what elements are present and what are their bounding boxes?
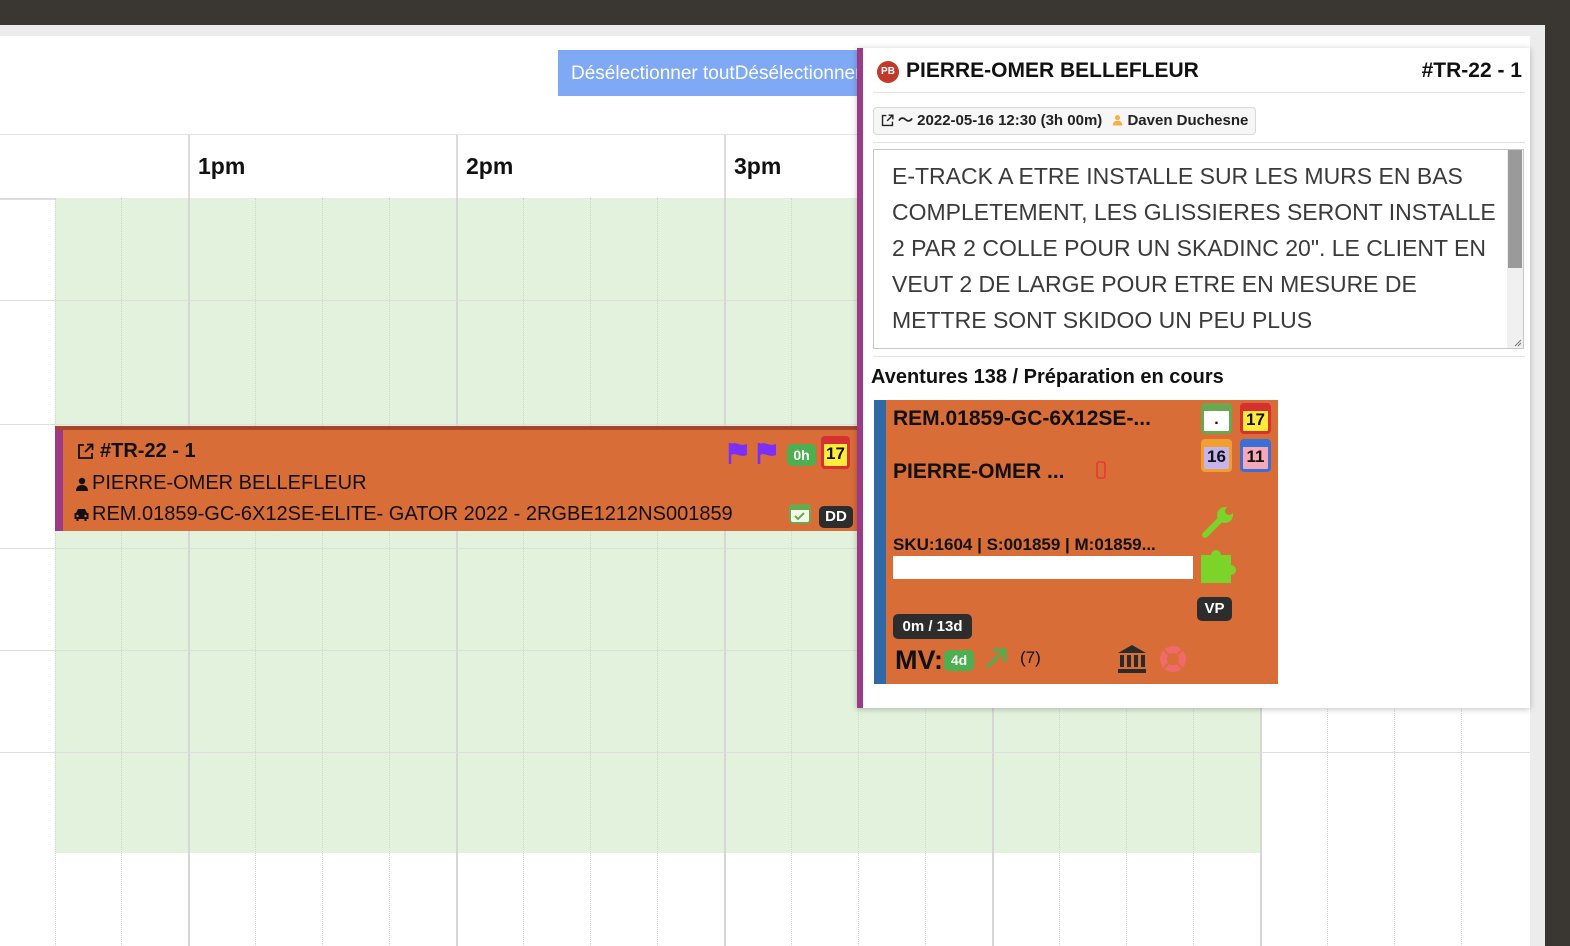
puzzle-piece-icon[interactable] bbox=[1197, 545, 1239, 585]
calendar-badge: 11 bbox=[1240, 439, 1271, 472]
calendar-day-badge: 17 bbox=[821, 436, 850, 469]
event-vehicle: REM.01859-GC-6X12SE-ELITE- GATOR 2022 - … bbox=[92, 503, 733, 525]
calendar-badge: 16 bbox=[1201, 439, 1232, 472]
unit-card-stripe bbox=[874, 400, 886, 684]
avatar: PB bbox=[877, 61, 899, 83]
popup-customer-name: PIERRE-OMER BELLEFLEUR bbox=[906, 59, 1199, 82]
assignee-initials-badge: DD bbox=[819, 506, 853, 528]
divider bbox=[873, 92, 1525, 93]
notes-scrollbar[interactable] bbox=[1507, 150, 1523, 348]
external-link-icon[interactable] bbox=[77, 443, 94, 460]
work-order-popup: PB PIERRE-OMER BELLEFLEUR #TR-22 - 1 〜 2… bbox=[857, 48, 1530, 708]
appointment-datetime: 〜 2022-05-16 12:30 (3h 00m) bbox=[898, 112, 1103, 129]
hour-label-1pm: 1pm bbox=[188, 135, 458, 198]
trend-up-arrow-icon bbox=[985, 648, 1007, 669]
duration-badge: 0m / 13d bbox=[893, 614, 972, 639]
event-color-stripe bbox=[55, 430, 63, 531]
divider bbox=[873, 356, 1525, 357]
mv-days-badge: 4d bbox=[944, 650, 974, 671]
mv-count: (7) bbox=[1020, 648, 1041, 667]
mobile-phone-icon[interactable] bbox=[1096, 461, 1106, 479]
deselect-all-button[interactable]: Désélectionner toutDésélectionner tout bbox=[558, 50, 858, 96]
window-right-edge bbox=[1545, 25, 1570, 946]
flag-icon[interactable] bbox=[756, 441, 778, 465]
unit-progress-field bbox=[893, 556, 1193, 579]
resize-handle-icon[interactable] bbox=[1513, 338, 1522, 347]
external-link-icon[interactable] bbox=[881, 114, 894, 127]
person-icon bbox=[76, 477, 88, 491]
work-order-event[interactable]: #TR-22 - 1 PIERRE-OMER BELLEFLEUR REM.01… bbox=[55, 426, 858, 531]
divider bbox=[873, 142, 1525, 143]
event-customer: PIERRE-OMER BELLEFLEUR bbox=[92, 472, 367, 494]
calendar-badge: 17 bbox=[1240, 403, 1271, 434]
flag-icon[interactable] bbox=[727, 441, 749, 465]
notes-textarea[interactable]: E-TRACK A ETRE INSTALLE SUR LES MURS EN … bbox=[873, 149, 1524, 349]
window-top-bar bbox=[0, 0, 1570, 25]
hours-badge: 0h bbox=[787, 444, 816, 466]
mv-label: MV: bbox=[895, 645, 944, 675]
wrench-icon[interactable] bbox=[1200, 504, 1236, 540]
scrollbar-thumb[interactable] bbox=[1508, 150, 1522, 268]
popup-ticket: #TR-22 - 1 bbox=[1421, 59, 1522, 82]
calendar-badge: . bbox=[1201, 403, 1232, 434]
vp-badge: VP bbox=[1197, 597, 1232, 621]
lifebuoy-icon[interactable] bbox=[1158, 644, 1188, 674]
event-ticket: #TR-22 - 1 bbox=[100, 440, 196, 462]
bank-icon[interactable] bbox=[1116, 643, 1148, 675]
unit-sku: SKU:1604 | S:001859 | M:01859... bbox=[893, 535, 1156, 554]
user-icon bbox=[1113, 115, 1123, 126]
unit-card[interactable]: REM.01859-GC-6X12SE-... PIERRE-OMER ... … bbox=[874, 400, 1278, 684]
hour-label-2pm: 2pm bbox=[456, 135, 726, 198]
unit-customer: PIERRE-OMER ... bbox=[893, 460, 1065, 483]
notes-text: E-TRACK A ETRE INSTALLE SUR LES MURS EN … bbox=[892, 163, 1496, 333]
car-icon bbox=[74, 509, 89, 521]
appointment-user: Daven Duchesne bbox=[1127, 112, 1249, 129]
location-status: Aventures 138 / Préparation en cours bbox=[871, 366, 1224, 388]
unit-title: REM.01859-GC-6X12SE-... bbox=[893, 407, 1151, 430]
calendar-check-icon[interactable] bbox=[788, 501, 812, 525]
appointment-meta[interactable]: 〜 2022-05-16 12:30 (3h 00m) Daven Duches… bbox=[873, 107, 1257, 135]
